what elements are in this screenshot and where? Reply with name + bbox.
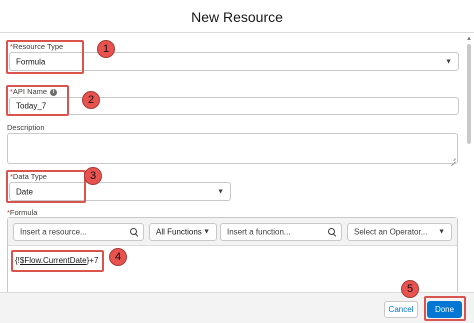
step-badge-3: 3: [84, 167, 102, 185]
chevron-down-icon: ▼: [445, 58, 452, 65]
resize-handle-icon[interactable]: [450, 156, 456, 162]
resource-search-input[interactable]: Insert a resource...: [13, 223, 144, 241]
step-badge-4: 4: [109, 248, 127, 266]
operator-select[interactable]: Select an Operator... ▼: [347, 223, 452, 241]
modal-header: New Resource: [0, 0, 474, 33]
scrollbar-thumb[interactable]: [467, 44, 471, 144]
chevron-down-icon: ▼: [203, 228, 210, 236]
step-badge-5: 5: [401, 280, 419, 298]
chevron-down-icon: ▼: [217, 188, 224, 195]
highlight-resource-type: [6, 40, 84, 74]
modal-footer: Cancel Done: [0, 292, 474, 323]
highlight-formula-expression: [11, 250, 104, 272]
highlight-data-type: [6, 170, 86, 203]
search-icon: [130, 228, 138, 236]
step-badge-1: 1: [97, 40, 115, 58]
scroll-up-icon[interactable]: ▲: [466, 36, 472, 42]
api-name-input[interactable]: Today_7: [9, 97, 459, 115]
function-search-input[interactable]: Insert a function...: [220, 223, 342, 241]
search-icon: [328, 228, 336, 236]
formula-toolbar: Insert a resource... All Functions ▼ Ins…: [8, 218, 457, 246]
highlight-api-name: [6, 85, 69, 116]
highlight-done-button: [424, 296, 466, 321]
formula-label: *Formula: [7, 208, 38, 217]
modal-title: New Resource: [191, 9, 283, 25]
step-badge-2: 2: [82, 91, 100, 109]
cancel-button[interactable]: Cancel: [384, 301, 418, 318]
functions-filter-select[interactable]: All Functions ▼: [149, 223, 217, 241]
chevron-down-icon: ▼: [438, 228, 445, 236]
description-textarea[interactable]: [7, 133, 458, 164]
description-label: Description: [7, 123, 45, 132]
scrollbar[interactable]: ▲: [466, 36, 473, 296]
